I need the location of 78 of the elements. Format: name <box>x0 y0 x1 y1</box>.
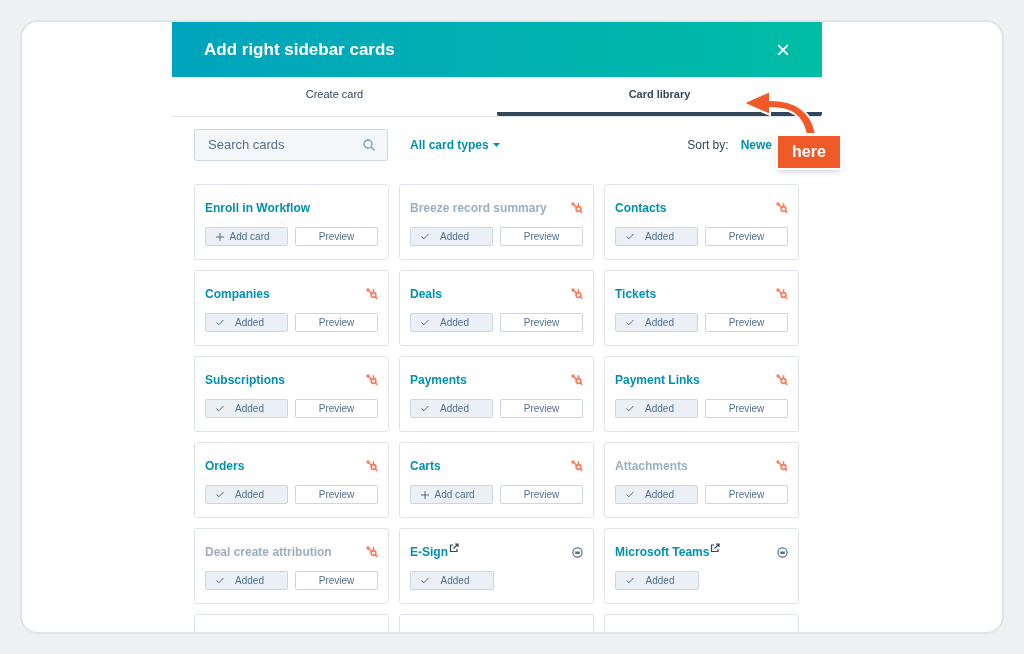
card-title[interactable]: Enroll in Workflow <box>205 199 311 217</box>
plus-icon <box>216 232 224 241</box>
check-icon <box>626 233 634 240</box>
check-icon <box>421 405 429 412</box>
added-button[interactable]: Added <box>615 485 699 504</box>
added-button[interactable]: Added <box>410 571 494 590</box>
preview-button[interactable]: Preview <box>500 485 583 504</box>
card-title[interactable]: Carts <box>410 457 441 475</box>
tab[interactable]: Create card <box>172 77 497 116</box>
app-icon <box>572 546 583 558</box>
card-title[interactable]: Microsoft Teams <box>615 543 710 561</box>
search-field[interactable]: Search cards <box>194 128 388 161</box>
add-card-button[interactable]: Add card <box>410 485 494 504</box>
preview-button[interactable]: Preview <box>295 227 378 246</box>
card-type-filter[interactable]: All card types <box>410 135 500 154</box>
preview-button[interactable]: Preview <box>705 227 788 246</box>
search-icon <box>363 138 375 151</box>
added-button[interactable]: Added <box>205 485 289 504</box>
check-icon <box>626 405 634 412</box>
sort-dropdown[interactable]: Newe <box>740 135 772 154</box>
sprocket-icon <box>776 374 788 386</box>
check-icon <box>216 577 224 584</box>
card-title[interactable]: Payments <box>410 371 467 389</box>
added-button[interactable]: Added <box>615 571 699 590</box>
added-button[interactable]: Added <box>410 313 494 332</box>
here-callout: here <box>776 134 842 170</box>
check-icon <box>626 491 634 498</box>
sprocket-icon <box>571 374 583 386</box>
sprocket-icon <box>776 288 788 300</box>
preview-button[interactable]: Preview <box>500 399 583 418</box>
preview-button[interactable]: Preview <box>705 485 788 504</box>
check-icon <box>216 491 224 498</box>
caret-icon <box>492 142 500 147</box>
added-button[interactable]: Added <box>615 399 699 418</box>
sprocket-icon <box>366 460 378 472</box>
preview-button[interactable]: Preview <box>295 571 378 590</box>
preview-button[interactable]: Preview <box>705 399 788 418</box>
preview-button[interactable]: Preview <box>705 313 788 332</box>
check-icon <box>216 405 224 412</box>
sprocket-icon <box>571 202 583 214</box>
app-icon <box>777 546 788 558</box>
added-button[interactable]: Added <box>205 571 289 590</box>
card-title[interactable]: Companies <box>205 285 270 303</box>
card-title[interactable]: Contacts <box>615 199 667 217</box>
card-title[interactable]: Deals <box>410 285 443 303</box>
card-title[interactable]: Tickets <box>615 285 657 303</box>
sprocket-icon <box>366 546 378 558</box>
check-icon <box>216 319 224 326</box>
card-title[interactable]: Orders <box>205 457 245 475</box>
added-button[interactable]: Added <box>410 399 494 418</box>
sprocket-icon <box>571 288 583 300</box>
preview-button[interactable]: Preview <box>500 227 583 246</box>
added-button[interactable]: Added <box>205 313 289 332</box>
card-title[interactable]: E-Sign <box>410 543 448 561</box>
preview-button[interactable]: Preview <box>500 313 583 332</box>
check-icon <box>421 577 429 584</box>
sprocket-icon <box>776 202 788 214</box>
added-button[interactable]: Added <box>410 227 494 246</box>
preview-button[interactable]: Preview <box>295 399 378 418</box>
card-title[interactable]: Subscriptions <box>205 371 285 389</box>
sprocket-icon <box>366 374 378 386</box>
sprocket-icon <box>571 460 583 472</box>
preview-button[interactable]: Preview <box>295 485 378 504</box>
check-icon <box>421 319 429 326</box>
plus-icon <box>421 490 429 499</box>
card-title[interactable]: Payment Links <box>615 371 700 389</box>
added-button[interactable]: Added <box>615 227 699 246</box>
dialog-title: Add right sidebar cards <box>204 38 395 61</box>
added-button[interactable]: Added <box>205 399 289 418</box>
sort-label: Sort by: <box>687 136 729 154</box>
sprocket-icon <box>776 460 788 472</box>
check-icon <box>626 577 634 584</box>
preview-button[interactable]: Preview <box>295 313 378 332</box>
add-card-button[interactable]: Add card <box>205 227 289 246</box>
added-button[interactable]: Added <box>615 313 699 332</box>
check-icon <box>626 319 634 326</box>
check-icon <box>421 233 429 240</box>
sprocket-icon <box>366 288 378 300</box>
